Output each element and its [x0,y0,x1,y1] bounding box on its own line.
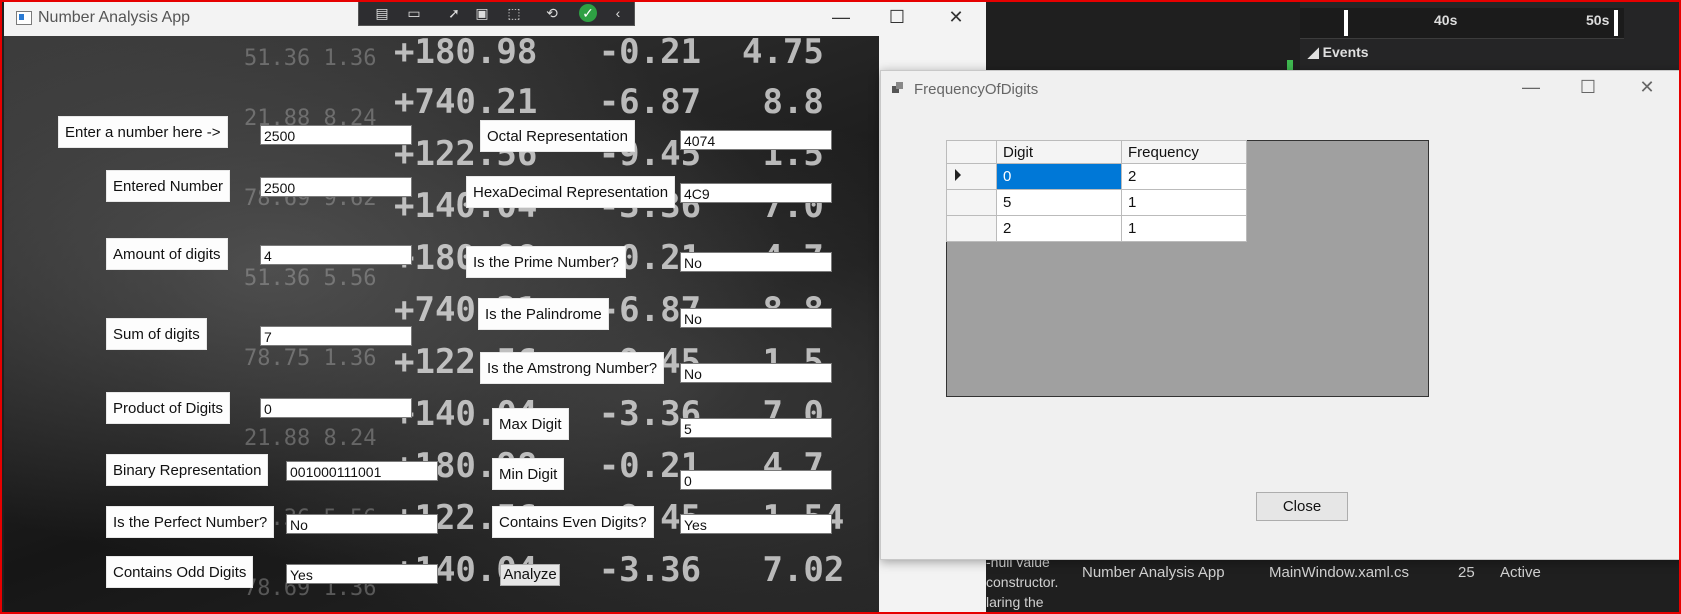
bg-number: +740.21 -6.87 8.8 [394,82,824,122]
min-digit-label: Min Digit [492,458,565,490]
prime-number-label: Is the Prime Number? [466,246,626,278]
frequency-table: Digit Frequency 0 2 5 1 2 1 [946,140,1247,242]
bg-number: 21.88 8.24 [244,426,377,451]
digit-cell[interactable]: 0 [996,163,1122,190]
error-description: -null value constructor. laring the [986,552,1058,612]
error-project[interactable]: Number Analysis App [1082,564,1225,581]
perfect-number-label: Is the Perfect Number? [106,506,275,538]
error-state: Active [1500,564,1541,581]
record-icon[interactable]: ▭ [405,4,423,22]
collapse-icon[interactable]: ‹ [609,4,627,22]
form-icon [892,82,904,94]
amount-of-digits-field[interactable]: 4 [260,245,412,265]
bg-number: +180.98 -0.21 4.75 [394,36,824,72]
palindrome-field[interactable]: No [680,308,832,328]
analyze-button[interactable]: Analyze [500,564,560,586]
inspect-icon[interactable]: ⬚ [505,4,523,22]
events-section[interactable]: ◢ Events [1308,44,1369,61]
table-row[interactable]: 0 2 [946,163,1247,190]
frequency-cell[interactable]: 1 [1121,189,1247,216]
main-window-title: Number Analysis App [38,9,191,26]
timeline-label-50s: 50s [1586,12,1610,28]
error-line-number: 25 [1458,564,1475,581]
binary-representation-label: Binary Representation [106,454,269,486]
close-button[interactable]: Close [1256,492,1348,521]
palindrome-label: Is the Palindrome [478,298,609,330]
close-icon[interactable]: ✕ [933,0,979,34]
main-content: +180.98 -0.21 4.75 +740.21 -6.87 8.8 +12… [4,36,879,614]
pointer-icon[interactable]: ➚ [445,4,463,22]
error-line: constructor. [986,574,1059,590]
sum-of-digits-label: Sum of digits [106,318,207,350]
debug-toolbar: ▤ ▭ ➚ ▣ ⬚ ⟲ ✓ ‹ [358,0,635,26]
maximize-icon[interactable]: ☐ [1565,70,1611,104]
events-label: Events [1322,44,1369,60]
bg-number: +140.04 -3.36 7.02 [394,550,845,590]
row-header[interactable] [946,163,997,190]
armstrong-number-field[interactable]: No [680,363,832,383]
amount-of-digits-label: Amount of digits [106,238,228,270]
table-row[interactable]: 5 1 [946,189,1247,216]
timeline-marker-left[interactable] [1344,10,1348,36]
enter-number-label: Enter a number here -> [58,116,228,148]
column-header-frequency[interactable]: Frequency [1121,140,1247,164]
column-header-digit[interactable]: Digit [996,140,1122,164]
select-element-icon[interactable]: ▤ [373,4,391,22]
sum-of-digits-field[interactable]: 7 [260,326,412,346]
frame-icon[interactable]: ▣ [473,4,491,22]
timeline-label-40s: 40s [1434,12,1458,28]
entered-number-label: Entered Number [106,170,231,202]
odd-digits-label: Contains Odd Digits [106,556,254,588]
bg-number: 51.36 1.36 [244,46,377,71]
digit-cell[interactable]: 5 [996,189,1122,216]
app-icon [16,11,32,25]
octal-representation-field[interactable]: 4074 [680,130,832,150]
perfect-number-field[interactable]: No [286,514,438,534]
bg-number: 51.36 5.56 [244,266,377,291]
max-digit-field[interactable]: 5 [680,418,832,438]
prime-number-field[interactable]: No [680,252,832,272]
row-pointer-icon [955,169,961,181]
error-line: laring the [986,594,1044,610]
table-row[interactable]: 2 1 [946,215,1247,242]
binary-representation-field[interactable]: 001000111001 [286,461,438,481]
error-file[interactable]: MainWindow.xaml.cs [1269,564,1409,581]
bg-number: 78.75 1.36 [244,346,377,371]
maximize-icon[interactable]: ☐ [874,0,920,34]
close-icon[interactable]: ✕ [1624,70,1670,104]
hot-reload-icon[interactable]: ⟲ [543,4,561,22]
even-digits-label: Contains Even Digits? [492,506,654,538]
hexadecimal-representation-field[interactable]: 4C9 [680,183,832,203]
hexadecimal-representation-label: HexaDecimal Representation [466,176,676,208]
product-of-digits-field[interactable]: 0 [260,398,412,418]
entered-number-field[interactable]: 2500 [260,177,412,197]
check-icon[interactable]: ✓ [579,4,597,22]
minimize-icon[interactable]: — [818,0,864,34]
even-digits-field[interactable]: Yes [680,514,832,534]
frequency-cell[interactable]: 2 [1121,163,1247,190]
octal-representation-label: Octal Representation [480,120,635,152]
row-header[interactable] [946,215,997,242]
product-of-digits-label: Product of Digits [106,392,231,424]
max-digit-label: Max Digit [492,408,569,440]
number-input[interactable]: 2500 [260,125,412,145]
ide-timeline[interactable]: 40s 50s [1300,8,1624,39]
digit-cell[interactable]: 2 [996,215,1122,242]
frequency-cell[interactable]: 1 [1121,215,1247,242]
odd-digits-field[interactable]: Yes [286,564,438,584]
row-header-corner[interactable] [946,140,997,164]
armstrong-number-label: Is the Amstrong Number? [480,352,665,384]
timeline-marker-right[interactable] [1614,10,1618,36]
minimize-icon[interactable]: — [1508,70,1554,104]
min-digit-field[interactable]: 0 [680,470,832,490]
frequency-window-title: FrequencyOfDigits [914,81,1039,98]
table-header-row: Digit Frequency [946,140,1247,164]
row-header[interactable] [946,189,997,216]
